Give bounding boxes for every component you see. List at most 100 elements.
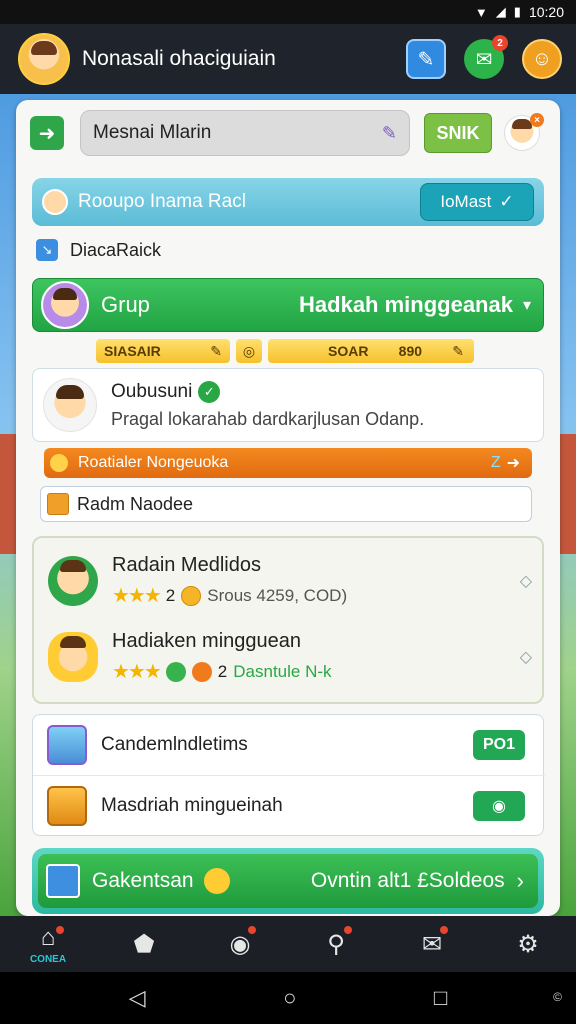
chat-badge: 2 xyxy=(492,35,508,51)
orange-gem-icon xyxy=(191,661,212,682)
friend-avatar[interactable]: × xyxy=(504,113,544,151)
chevron-down-icon[interactable]: ▾ xyxy=(523,295,531,315)
reward-count: 2 xyxy=(165,585,176,605)
diamond-chevron-icon[interactable]: ◇ xyxy=(520,571,532,591)
teal-banner-label: Rooupo Inama Racl xyxy=(78,191,246,212)
profile-name: Oubusuni xyxy=(111,380,193,402)
search-button[interactable]: SNIK xyxy=(424,113,492,153)
disc-icon: ◉ xyxy=(229,930,251,958)
list-item[interactable]: Masdriah mingueinah ◉ xyxy=(33,775,545,835)
orange-bar[interactable]: Roatialer Nongeuoka Z ➜ xyxy=(44,448,532,478)
reward-body: Hadiaken mingguean ★★★ 2 Dasntule N-k xyxy=(112,630,520,684)
notification-dot xyxy=(440,926,448,934)
list-item-label: Masdriah mingueinah xyxy=(101,794,283,816)
pencil-icon: ✎ xyxy=(210,342,222,359)
reward-row[interactable]: Hadiaken mingguean ★★★ 2 Dasntule N-k ◇ xyxy=(48,622,532,692)
teal-banner-button[interactable]: IoMast ✓ xyxy=(420,183,534,221)
stat-segment-right: SOAR 890 ✎ xyxy=(268,339,474,363)
list-item-button[interactable]: ◉ xyxy=(473,790,525,821)
nav-tools[interactable]: ⚲ xyxy=(304,916,368,972)
box-icon xyxy=(47,493,69,515)
name-input-value: Radm Naodee xyxy=(77,493,194,514)
reward-extra: Dasntule N-k xyxy=(233,661,332,681)
list-card: Candemlndletims PO1 Masdriah mingueinah … xyxy=(32,714,545,836)
profile-button[interactable]: ☺ xyxy=(522,39,562,79)
profile-circle-icon xyxy=(42,189,68,215)
pencil-icon[interactable]: ✎ xyxy=(382,123,397,144)
status-time: 10:20 xyxy=(528,4,564,20)
friend-badge: × xyxy=(530,113,544,127)
teal-banner[interactable]: Rooupo Inama Racl IoMast ✓ xyxy=(32,178,544,226)
group-label: Grup xyxy=(101,292,150,317)
list-item[interactable]: Candemlndletims PO1 xyxy=(33,715,545,775)
profile-name-row: Oubusuni ✓ xyxy=(111,380,424,403)
diamond-chevron-icon[interactable]: ◇ xyxy=(520,647,532,667)
chevron-down-icon: ✓ xyxy=(499,192,514,211)
edit-icon: ✎ xyxy=(417,48,435,71)
group-avatar xyxy=(41,281,89,329)
cta-button[interactable]: Gakentsan Ovntin alt1 £Soldeos › xyxy=(32,848,544,914)
list-item-label: Candemlndletims xyxy=(101,734,248,755)
nav-disc[interactable]: ◉ xyxy=(208,916,272,972)
search-value: Mesnai Mlarin xyxy=(93,122,212,143)
smiley-icon xyxy=(203,868,230,894)
rewards-card: Radain Medlidos ★★★ 2 Srous 4259, COD) ◇… xyxy=(32,536,544,704)
tools-icon: ⚲ xyxy=(327,930,345,958)
mail-icon: ✉ xyxy=(421,930,443,958)
reward-extra: Srous 4259, COD) xyxy=(207,585,348,605)
app-title: Nonasali ohaciguiain xyxy=(82,47,276,70)
arrow-right-icon: ➜ xyxy=(506,455,520,472)
coin-icon xyxy=(181,585,202,606)
edit-button[interactable]: ✎ xyxy=(406,39,446,79)
nav-bookmark[interactable]: ⬟ xyxy=(112,916,176,972)
picture-icon xyxy=(46,864,80,898)
reward-body: Radain Medlidos ★★★ 2 Srous 4259, COD) xyxy=(112,554,520,608)
user-avatar[interactable] xyxy=(18,33,70,85)
nav-home[interactable]: ⌂ CONEA xyxy=(16,916,80,972)
nav-mail[interactable]: ✉ xyxy=(400,916,464,972)
bookmark-icon: ⬟ xyxy=(133,930,155,958)
reward-count: 2 xyxy=(217,661,228,681)
back-icon[interactable]: ◁ xyxy=(129,985,146,1011)
stat-value: 890 xyxy=(398,343,423,359)
green-gem-icon xyxy=(165,661,186,682)
chat-button[interactable]: ✉ 2 xyxy=(464,35,508,79)
reward-meta: ★★★ 2 Dasntule N-k xyxy=(112,659,520,684)
chevron-right-icon: › xyxy=(516,868,524,893)
star-rating: ★★★ xyxy=(112,661,162,683)
notification-dot xyxy=(248,926,256,934)
coin-icon: ◎ xyxy=(236,339,262,363)
search-input[interactable]: Mesnai Mlarin ✎ xyxy=(80,110,410,156)
reward-row[interactable]: Radain Medlidos ★★★ 2 Srous 4259, COD) ◇ xyxy=(48,546,532,616)
stat-segment-left: SIASAIR ✎ xyxy=(96,339,230,363)
app-bar: Nonasali ohaciguiain ✎ ✉ 2 ☺ xyxy=(0,24,576,94)
coin-icon xyxy=(50,454,68,472)
profile-text: Oubusuni ✓ Pragal lokarahab dardkarjlusa… xyxy=(111,380,425,430)
list-item-button[interactable]: PO1 xyxy=(473,730,525,760)
teal-banner-button-label: IoMast xyxy=(440,192,492,211)
reward-title: Radain Medlidos xyxy=(112,554,261,576)
home-circle-icon[interactable]: ○ xyxy=(283,985,296,1011)
app-logo-icon[interactable]: ➜ xyxy=(30,116,64,150)
profile-icon: ☺ xyxy=(531,47,553,70)
chest-icon xyxy=(47,785,87,826)
battery-icon: ▮ xyxy=(513,4,521,19)
yellow-stat-bar: SIASAIR ✎ ◎ SOAR 890 ✎ xyxy=(96,338,474,364)
cta-right-label: Ovntin alt1 £Soldeos xyxy=(310,869,505,892)
bottom-nav: ⌂ CONEA ⬟ ◉ ⚲ ✉ ⚙ xyxy=(0,916,576,972)
star-rating: ★★★ xyxy=(112,585,162,607)
profile-card[interactable]: Oubusuni ✓ Pragal lokarahab dardkarjlusa… xyxy=(32,368,544,442)
nav-settings[interactable]: ⚙ xyxy=(496,916,560,972)
stat-left-label: SIASAIR xyxy=(104,343,161,359)
name-input[interactable]: Radm Naodee xyxy=(40,486,532,522)
stat-middle-label: SOAR xyxy=(328,343,369,359)
small-row[interactable]: ↘ DiacaRaick xyxy=(36,236,161,264)
home-icon: ⌂ xyxy=(40,923,56,951)
orange-bar-label: Roatialer Nongeuoka xyxy=(78,454,229,471)
recents-icon[interactable]: □ xyxy=(434,985,447,1011)
settings-icon: ⚙ xyxy=(517,930,539,958)
link-icon: ↘ xyxy=(36,239,58,261)
cta-inner: Gakentsan Ovntin alt1 £Soldeos › xyxy=(38,854,538,908)
profile-description: Pragal lokarahab dardkarjlusan Odanp. xyxy=(111,408,425,429)
group-header[interactable]: Grup Hadkah minggeanak ▾ xyxy=(32,278,544,332)
